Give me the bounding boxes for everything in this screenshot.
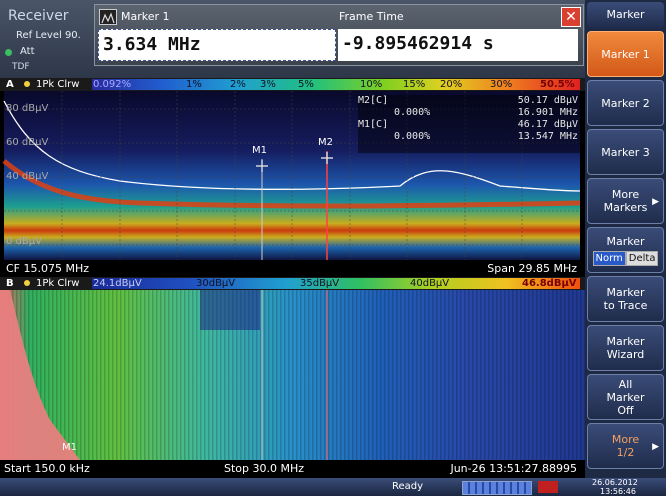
scale-tick: 10% (360, 79, 383, 90)
ref-level-value: 90. (64, 30, 81, 41)
panel-a-id: A (6, 79, 14, 90)
marker-m1-label[interactable]: M1 (252, 145, 267, 156)
scale-tick: 30dBµV (196, 278, 236, 289)
marker-dialog[interactable]: Marker 1 Frame Time ✕ 3.634 MHz -9.89546… (94, 4, 584, 66)
trace-dot-icon (24, 81, 30, 87)
chevron-right-icon: ▶ (652, 442, 659, 452)
panel-b-footer: Start 150.0 kHz Stop 30.0 MHz Jun-26 13:… (0, 460, 585, 476)
scale-tick: 5% (298, 79, 314, 90)
frame-time-value: -9.895462914 s (342, 33, 494, 54)
scale-tick: 40dBµV (410, 278, 450, 289)
spectrogram-panel-b[interactable]: M1 (0, 290, 585, 460)
panel-b-id: B (6, 278, 14, 289)
panel-a-header: A 1Pk Clrw 0.092% 1% 2% 3% 5% 10% 15% 20… (0, 78, 585, 91)
all-marker-off-label: All Marker Off (606, 377, 645, 417)
frame-time-input[interactable]: -9.895462914 s (338, 29, 578, 61)
status-text: Ready (392, 481, 424, 492)
marker-m2-label[interactable]: M2 (318, 137, 333, 148)
panel-b-trace[interactable]: 1Pk Clrw (36, 277, 79, 290)
marker-2-label: Marker 2 (601, 96, 650, 110)
softkey-panel: Marker Marker 1 Marker 2 Marker 3 More M… (585, 0, 666, 478)
scale-tick: 35dBµV (300, 278, 340, 289)
more-page-label: More 1/2 (611, 433, 640, 459)
spectrogram-plot (0, 290, 585, 460)
progress-bar (462, 481, 532, 495)
marker-norm-delta-button[interactable]: Marker Norm Delta (587, 227, 664, 273)
start-frequency: Start 150.0 kHz (4, 462, 90, 475)
marker-name: M1[C] (358, 119, 389, 130)
dialog-title: Marker 1 (121, 10, 170, 23)
marker-pct: 0.000% (394, 131, 431, 142)
y-tick: 0 dBµV (6, 236, 42, 247)
scale-tick: 20% (440, 79, 463, 90)
frame-time-label: Frame Time (339, 10, 404, 23)
marker-to-trace-button[interactable]: Marker to Trace (587, 276, 664, 322)
center-frequency: CF 15.075 MHz (6, 262, 90, 275)
marker-3-label: Marker 3 (601, 145, 650, 159)
chevron-right-icon: ▶ (652, 197, 659, 207)
delta-toggle[interactable]: Delta (625, 250, 659, 266)
scale-tick: 1% (186, 79, 202, 90)
scale-tick: 50.5% (540, 79, 575, 90)
marker-level: 46.17 dBµV (517, 119, 578, 130)
frequency-value: 3.634 MHz (103, 34, 201, 55)
frequency-input[interactable]: 3.634 MHz (98, 29, 336, 61)
ref-level-label: Ref Level 90. (16, 30, 81, 41)
marker-name: M2[C] (358, 95, 389, 106)
scale-tick: 0.092% (93, 79, 132, 90)
marker-m1-label[interactable]: M1 (62, 442, 77, 453)
scale-tick: 30% (490, 79, 513, 90)
marker-wizard-button[interactable]: Marker Wizard (587, 325, 664, 371)
panel-b-header: B 1Pk Clrw 24.1dBµV 30dBµV 35dBµV 40dBµV… (0, 277, 585, 290)
panel-a-trace[interactable]: 1Pk Clrw (36, 78, 79, 91)
logo-icon (538, 481, 558, 493)
y-tick: 80 dBµV (6, 103, 49, 114)
dialog-icon (99, 9, 117, 25)
softkey-panel-title: Marker (587, 2, 664, 28)
all-marker-off-button[interactable]: All Marker Off (587, 374, 664, 420)
scale-tick: 15% (403, 79, 426, 90)
status-bar: Ready 26.06.2012 13:56:46 (0, 478, 666, 496)
scale-tick: 24.1dBµV (93, 278, 142, 289)
app-title: Receiver (8, 8, 69, 24)
marker-to-trace-label: Marker to Trace (603, 286, 648, 312)
marker-1-button[interactable]: Marker 1 (587, 31, 664, 77)
status-date: 26.06.2012 (592, 478, 638, 487)
panel-a-footer: CF 15.075 MHz Span 29.85 MHz (0, 260, 585, 276)
tdf-label: TDF (12, 62, 30, 72)
marker-freq: 13.547 MHz (517, 131, 578, 142)
span: Span 29.85 MHz (487, 262, 577, 275)
y-tick: 40 dBµV (6, 171, 49, 182)
frame-timestamp: Jun-26 13:51:27.88995 (450, 462, 577, 475)
scale-tick: 3% (260, 79, 276, 90)
marker-pct: 0.000% (394, 107, 431, 118)
spectrum-panel-a[interactable]: 80 dBµV 60 dBµV 40 dBµV 0 dBµV M1 M2 M2[… (0, 91, 585, 261)
marker-1-label: Marker 1 (601, 47, 650, 61)
status-time: 13:56:46 (600, 487, 636, 496)
marker-2-button[interactable]: Marker 2 (587, 80, 664, 126)
marker-level: 50.17 dBµV (517, 95, 578, 106)
marker-mode-label: Marker (606, 234, 645, 248)
marker-freq: 16.901 MHz (517, 107, 578, 118)
ref-level-text: Ref Level (16, 30, 62, 41)
more-markers-label: More Markers (603, 188, 648, 214)
marker-3-button[interactable]: Marker 3 (587, 129, 664, 175)
y-tick: 60 dBµV (6, 137, 49, 148)
scale-tick: 46.8dBµV (522, 278, 577, 289)
more-markers-button[interactable]: More Markers ▶ (587, 178, 664, 224)
scale-tick: 2% (230, 79, 246, 90)
close-icon[interactable]: ✕ (561, 7, 581, 27)
att-label: Att (20, 46, 35, 57)
att-indicator-icon (5, 49, 12, 56)
marker-table: M2[C] 50.17 dBµV 0.000% 16.901 MHz M1[C] 46… (358, 95, 580, 153)
marker-wizard-label: Marker Wizard (606, 335, 645, 361)
stop-frequency: Stop 30.0 MHz (224, 462, 305, 475)
more-page-button[interactable]: More 1/2 ▶ (587, 423, 664, 469)
norm-toggle[interactable]: Norm (592, 250, 626, 266)
trace-dot-icon (24, 280, 30, 286)
